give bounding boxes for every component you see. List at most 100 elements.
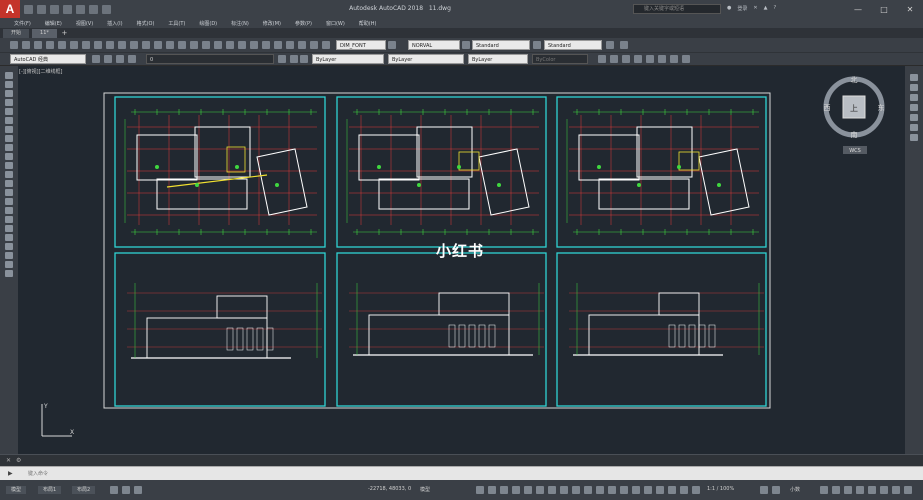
status-toggle-icon[interactable] bbox=[596, 486, 604, 494]
status-toggle-icon[interactable] bbox=[584, 486, 592, 494]
status-toggle-icon[interactable] bbox=[680, 486, 688, 494]
tab-start[interactable]: 开始 bbox=[3, 29, 30, 38]
color-select[interactable]: ByLayer bbox=[312, 54, 384, 64]
coordinate-readout[interactable]: -22718, 48033, 0 bbox=[368, 486, 411, 492]
status-toggle-icon[interactable] bbox=[880, 486, 888, 494]
standard-tool-icon[interactable] bbox=[388, 41, 396, 49]
status-toggle-icon[interactable] bbox=[548, 486, 556, 494]
multileader-style-select[interactable]: Standard bbox=[544, 40, 602, 50]
status-toggle-icon[interactable] bbox=[608, 486, 616, 494]
status-toggle-icon[interactable] bbox=[904, 486, 912, 494]
nav-tool-icon[interactable] bbox=[910, 134, 918, 141]
standard-tool-icon[interactable] bbox=[154, 41, 162, 49]
status-toggle-icon[interactable] bbox=[134, 486, 142, 494]
linetype-select[interactable]: ByLayer bbox=[388, 54, 464, 64]
standard-tool-icon[interactable] bbox=[82, 41, 90, 49]
user-icon[interactable]: ● bbox=[727, 5, 731, 12]
layer-tool-icon[interactable] bbox=[128, 55, 136, 63]
plotstyle-select[interactable]: ByColor bbox=[532, 54, 588, 64]
print-icon[interactable] bbox=[76, 4, 85, 14]
menu-insert[interactable]: 插入(I) bbox=[107, 20, 122, 27]
layer-tool-icon[interactable] bbox=[104, 55, 112, 63]
standard-tool-icon[interactable] bbox=[130, 41, 138, 49]
save-as-icon[interactable] bbox=[63, 4, 72, 14]
tab-drawing[interactable]: 11* bbox=[32, 29, 57, 38]
draw-tool-icon[interactable] bbox=[5, 252, 13, 259]
menu-draw[interactable]: 绘图(D) bbox=[199, 20, 217, 27]
standard-tool-icon[interactable] bbox=[70, 41, 78, 49]
nav-tool-icon[interactable] bbox=[910, 124, 918, 131]
new-file-icon[interactable] bbox=[24, 4, 33, 14]
layer-tool-icon[interactable] bbox=[682, 55, 690, 63]
layer-tool-icon[interactable] bbox=[622, 55, 630, 63]
standard-tool-icon[interactable] bbox=[298, 41, 306, 49]
save-icon[interactable] bbox=[50, 4, 59, 14]
viewcube[interactable]: 上 北 南 东 西 WCS bbox=[819, 74, 891, 156]
status-toggle-icon[interactable] bbox=[536, 486, 544, 494]
menu-file[interactable]: 文件(F) bbox=[14, 20, 31, 27]
nav-tool-icon[interactable] bbox=[910, 94, 918, 101]
standard-tool-icon[interactable] bbox=[178, 41, 186, 49]
layer-tool-icon[interactable] bbox=[670, 55, 678, 63]
standard-tool-icon[interactable] bbox=[10, 41, 18, 49]
draw-tool-icon[interactable] bbox=[5, 261, 13, 268]
standard-tool-icon[interactable] bbox=[262, 41, 270, 49]
status-toggle-icon[interactable] bbox=[488, 486, 496, 494]
nav-tool-icon[interactable] bbox=[910, 84, 918, 91]
status-toggle-icon[interactable] bbox=[892, 486, 900, 494]
standard-tool-icon[interactable] bbox=[202, 41, 210, 49]
standard-tool-icon[interactable] bbox=[238, 41, 246, 49]
layer-tool-icon[interactable] bbox=[646, 55, 654, 63]
status-toggle-icon[interactable] bbox=[844, 486, 852, 494]
nav-tool-icon[interactable] bbox=[910, 114, 918, 121]
status-toggle-icon[interactable] bbox=[856, 486, 864, 494]
status-toggle-icon[interactable] bbox=[656, 486, 664, 494]
layer-tool-icon[interactable] bbox=[290, 55, 298, 63]
layer-tool-icon[interactable] bbox=[92, 55, 100, 63]
layer-tool-icon[interactable] bbox=[610, 55, 618, 63]
status-toggle-icon[interactable] bbox=[572, 486, 580, 494]
viewport-controls[interactable]: [-][俯视][二维线框] bbox=[19, 68, 63, 75]
tab-model[interactable]: 模型 bbox=[6, 486, 27, 494]
standard-tool-icon[interactable] bbox=[462, 41, 470, 49]
status-toggle-icon[interactable] bbox=[620, 486, 628, 494]
draw-tool-icon[interactable] bbox=[5, 72, 13, 79]
status-toggle-icon[interactable] bbox=[868, 486, 876, 494]
open-file-icon[interactable] bbox=[37, 4, 46, 14]
layer-tool-icon[interactable] bbox=[116, 55, 124, 63]
draw-tool-icon[interactable] bbox=[5, 117, 13, 124]
units-label[interactable]: 小数 bbox=[790, 486, 800, 493]
command-close-icon[interactable]: ✕ bbox=[6, 457, 11, 464]
layer-select[interactable]: 0 bbox=[146, 54, 274, 64]
a360-icon[interactable]: ▲ bbox=[764, 5, 768, 12]
workspace-select[interactable]: AutoCAD 经典 bbox=[10, 54, 86, 64]
draw-tool-icon[interactable] bbox=[5, 162, 13, 169]
layer-tool-icon[interactable] bbox=[598, 55, 606, 63]
draw-tool-icon[interactable] bbox=[5, 198, 13, 205]
status-toggle-icon[interactable] bbox=[832, 486, 840, 494]
draw-tool-icon[interactable] bbox=[5, 207, 13, 214]
menu-format[interactable]: 格式(O) bbox=[137, 20, 155, 27]
menu-view[interactable]: 视图(V) bbox=[76, 20, 93, 27]
draw-tool-icon[interactable] bbox=[5, 126, 13, 133]
standard-tool-icon[interactable] bbox=[58, 41, 66, 49]
layer-tool-icon[interactable] bbox=[634, 55, 642, 63]
nav-tool-icon[interactable] bbox=[910, 74, 918, 81]
search-input[interactable]: 键入关键字或短语 bbox=[633, 4, 721, 14]
status-toggle-icon[interactable] bbox=[692, 486, 700, 494]
status-toggle-icon[interactable] bbox=[560, 486, 568, 494]
tab-layout2[interactable]: 布局2 bbox=[72, 486, 96, 494]
status-toggle-icon[interactable] bbox=[772, 486, 780, 494]
draw-tool-icon[interactable] bbox=[5, 216, 13, 223]
menu-parametric[interactable]: 参数(P) bbox=[295, 20, 312, 27]
standard-tool-icon[interactable] bbox=[94, 41, 102, 49]
standard-tool-icon[interactable] bbox=[620, 41, 628, 49]
help-icon[interactable]: ? bbox=[773, 5, 776, 12]
standard-tool-icon[interactable] bbox=[322, 41, 330, 49]
menu-modify[interactable]: 修改(M) bbox=[263, 20, 281, 27]
close-button[interactable]: ✕ bbox=[897, 0, 923, 18]
status-toggle-icon[interactable] bbox=[122, 486, 130, 494]
standard-tool-icon[interactable] bbox=[533, 41, 541, 49]
annotation-scale[interactable]: 1:1 / 100% bbox=[707, 486, 734, 492]
new-tab-button[interactable]: + bbox=[60, 29, 69, 38]
